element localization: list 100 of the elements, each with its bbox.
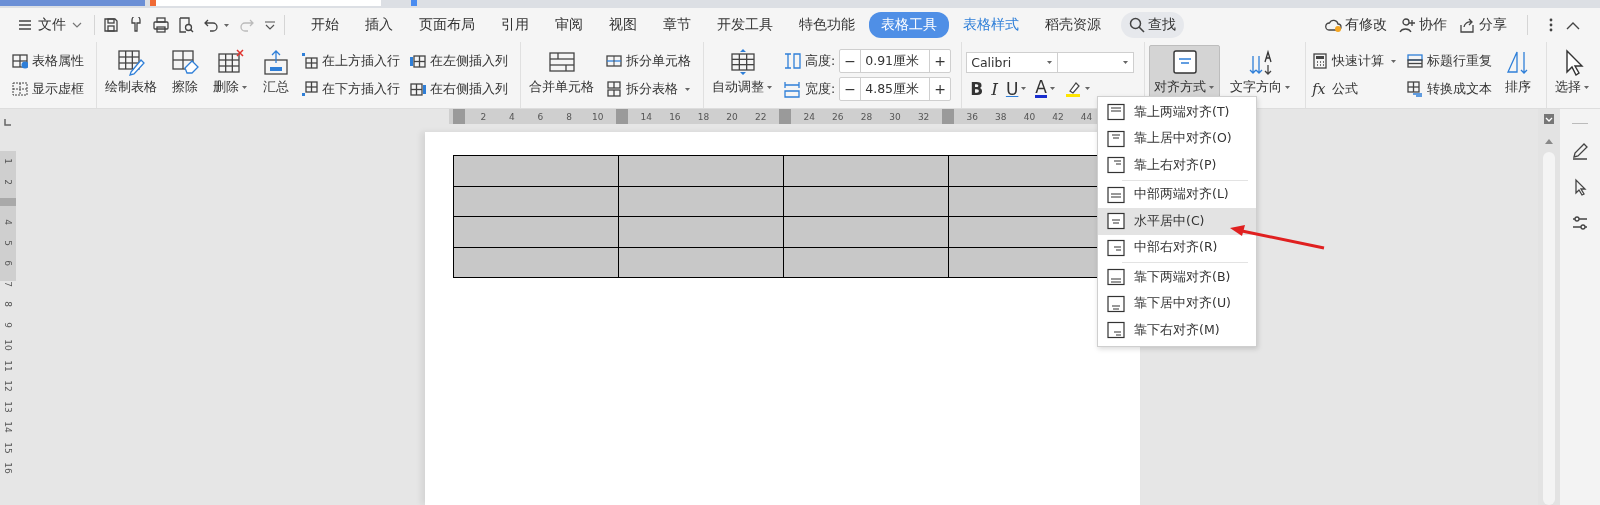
ribbon-button[interactable]: 自动调整 <box>708 46 777 98</box>
menu-item[interactable]: 靠下两端对齐(B) <box>1098 264 1256 291</box>
ribbon-button[interactable]: 合并单元格 <box>525 46 598 98</box>
pen-icon[interactable] <box>1571 142 1589 160</box>
format-button[interactable]: U <box>1005 78 1028 99</box>
ribbon-button[interactable]: 在上方插入行 <box>300 51 402 71</box>
table-cell[interactable] <box>454 156 619 187</box>
ribbon-button[interactable]: 擦除 <box>167 46 203 98</box>
table-cell[interactable] <box>784 186 949 217</box>
ribbon-button[interactable]: 汇总 <box>258 46 294 98</box>
table-cell[interactable] <box>454 217 619 248</box>
table-delete-icon <box>216 48 245 76</box>
ribbon-button[interactable]: 在右侧插入列 <box>408 79 510 99</box>
toolbar-button[interactable]: 协作 <box>1399 16 1447 34</box>
ribbon-button[interactable]: 绘制表格 <box>101 46 161 98</box>
ruler-marker[interactable] <box>453 109 465 124</box>
undo-icon[interactable] <box>203 17 219 33</box>
ribbon-button[interactable]: 对齐方式 <box>1149 45 1221 99</box>
ribbon-tab[interactable]: 页面布局 <box>407 12 487 38</box>
table-cell[interactable] <box>454 247 619 278</box>
sliders-icon[interactable] <box>1571 214 1589 232</box>
print-icon[interactable] <box>153 17 169 33</box>
menu-icon <box>18 19 32 31</box>
spin-field[interactable]: − 0.91厘米 + <box>839 49 952 73</box>
ribbon-tab[interactable]: 开始 <box>299 12 351 38</box>
table-cell[interactable] <box>784 217 949 248</box>
ruler-number: 42 <box>1051 111 1065 122</box>
table-cell[interactable] <box>619 156 784 187</box>
menu-item[interactable]: 靠下右对齐(M) <box>1098 317 1256 344</box>
ribbon-tab[interactable]: 表格样式 <box>951 12 1031 38</box>
ribbon-button[interactable]: 显示虚框 <box>10 79 86 99</box>
ribbon-tab[interactable]: 开发工具 <box>705 12 785 38</box>
ribbon-button[interactable]: 排序 <box>1500 46 1537 98</box>
format-button[interactable]: I <box>991 78 998 99</box>
ruler-number: 22 <box>753 111 768 122</box>
table-cell[interactable] <box>784 156 949 187</box>
convert-text-icon <box>1407 81 1424 97</box>
menu-item[interactable]: 靠上右对齐(P) <box>1098 152 1256 179</box>
ribbon-button[interactable]: fx 公式 <box>1310 79 1400 99</box>
spin-field[interactable]: − 4.85厘米 + <box>839 77 952 101</box>
menu-item[interactable]: 靠上居中对齐(O) <box>1098 125 1256 152</box>
menu-item[interactable]: 中部右对齐(R) <box>1098 234 1256 261</box>
ribbon-button[interactable]: 文字方向 <box>1226 46 1296 98</box>
ribbon-button[interactable]: 拆分表格 <box>604 79 693 99</box>
table-info-icon <box>12 53 28 69</box>
ribbon-button[interactable]: 标题行重复 <box>1405 51 1495 71</box>
ruler-number: 2 <box>3 178 13 185</box>
decrement-button[interactable]: − <box>840 50 862 72</box>
chevron-down-icon <box>72 22 82 28</box>
menu-item[interactable]: 中部两端对齐(L) <box>1098 181 1256 208</box>
table-cell[interactable] <box>454 186 619 217</box>
table-cell[interactable] <box>619 186 784 217</box>
menu-item[interactable]: 靠上两端对齐(T) <box>1098 99 1256 126</box>
ribbon-button[interactable]: 转换成文本 <box>1405 79 1495 99</box>
ribbon-button[interactable]: 表格属性 <box>10 51 86 71</box>
ribbon-tab[interactable]: 稻壳资源 <box>1033 12 1113 38</box>
ruler-marker[interactable] <box>615 109 628 124</box>
table-cell[interactable] <box>619 217 784 248</box>
menu-item[interactable]: 靠下居中对齐(U) <box>1098 290 1256 317</box>
split-cells-icon <box>606 53 622 69</box>
document-tab[interactable] <box>150 0 381 6</box>
menu-item[interactable]: 水平居中(C) <box>1098 208 1256 235</box>
customize-dropdown-icon[interactable] <box>264 20 276 30</box>
ruler-number: 14 <box>639 111 653 122</box>
ruler-marker[interactable] <box>778 109 791 124</box>
table-cell[interactable] <box>619 247 784 278</box>
ruler-marker[interactable] <box>0 198 16 206</box>
font-dropdown[interactable]: Calibri <box>966 51 1059 73</box>
format-button[interactable]: A <box>1035 79 1056 98</box>
ribbon-tab[interactable]: 审阅 <box>543 12 595 38</box>
toolbar-button[interactable]: 分享 <box>1459 16 1507 34</box>
ribbon-button[interactable]: 选择 <box>1551 46 1595 98</box>
insert-row-above-icon <box>302 53 318 69</box>
format-button[interactable]: B <box>970 78 984 99</box>
ribbon-tab[interactable]: 特色功能 <box>787 12 867 38</box>
ribbon-button[interactable]: 在下方插入行 <box>300 79 402 99</box>
increment-button[interactable]: + <box>929 50 951 72</box>
ribbon-button[interactable]: 快速计算 <box>1310 51 1400 71</box>
text-align-icon <box>1107 103 1125 122</box>
ruler-corner-icon <box>4 118 12 126</box>
decrement-button[interactable]: − <box>840 78 862 100</box>
collapse-icon[interactable] <box>1566 20 1580 30</box>
toolbar-button[interactable]: 有修改 <box>1325 16 1387 34</box>
table-cell[interactable] <box>784 247 949 278</box>
ruler-marker[interactable] <box>941 109 954 124</box>
pane-toggle-icon[interactable] <box>1543 113 1555 125</box>
more-icon[interactable] <box>1548 17 1554 33</box>
ribbon-button[interactable]: 拆分单元格 <box>604 51 693 71</box>
ribbon-tab[interactable]: 插入 <box>353 12 405 38</box>
ribbon-tab[interactable]: 视图 <box>597 12 649 38</box>
print-preview-icon[interactable] <box>178 17 194 33</box>
save-icon[interactable] <box>103 17 119 33</box>
file-menu[interactable]: 文件 <box>14 12 86 38</box>
share-icon <box>1459 16 1476 34</box>
ribbon-tab[interactable]: 引用 <box>489 12 541 38</box>
ribbon-tab[interactable]: 章节 <box>651 12 703 38</box>
search-button[interactable]: 查找 <box>1121 12 1184 38</box>
ribbon-button[interactable]: 在左侧插入列 <box>408 51 510 71</box>
ribbon-button[interactable]: 删除 <box>209 46 252 98</box>
increment-button[interactable]: + <box>929 78 951 100</box>
